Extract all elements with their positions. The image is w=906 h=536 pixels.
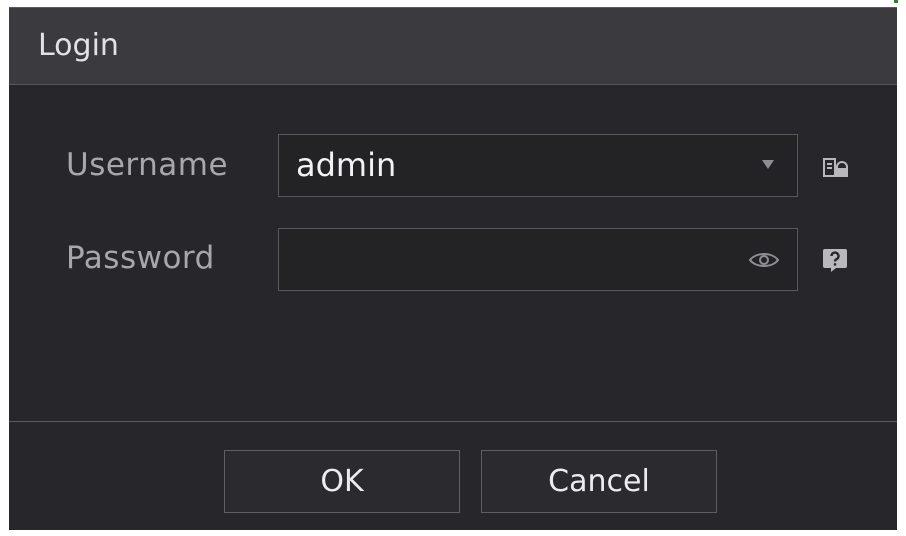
corner-mark (894, 0, 898, 3)
user-manager-icon[interactable] (823, 156, 849, 180)
password-field[interactable] (278, 228, 798, 291)
cancel-button[interactable]: Cancel (481, 450, 717, 513)
question-icon[interactable] (822, 248, 848, 272)
username-label: Username (66, 147, 229, 183)
username-select[interactable]: admin (278, 134, 798, 197)
ok-button[interactable]: OK (224, 450, 460, 513)
login-dialog: Login Username admin Password OK Cancel (9, 7, 897, 530)
chevron-down-icon[interactable] (762, 160, 774, 169)
dialog-title: Login (38, 28, 119, 63)
dialog-titlebar: Login (9, 8, 897, 85)
footer-divider (9, 421, 897, 422)
username-value: admin (296, 146, 397, 184)
eye-icon[interactable] (748, 250, 780, 270)
password-label: Password (66, 240, 215, 276)
